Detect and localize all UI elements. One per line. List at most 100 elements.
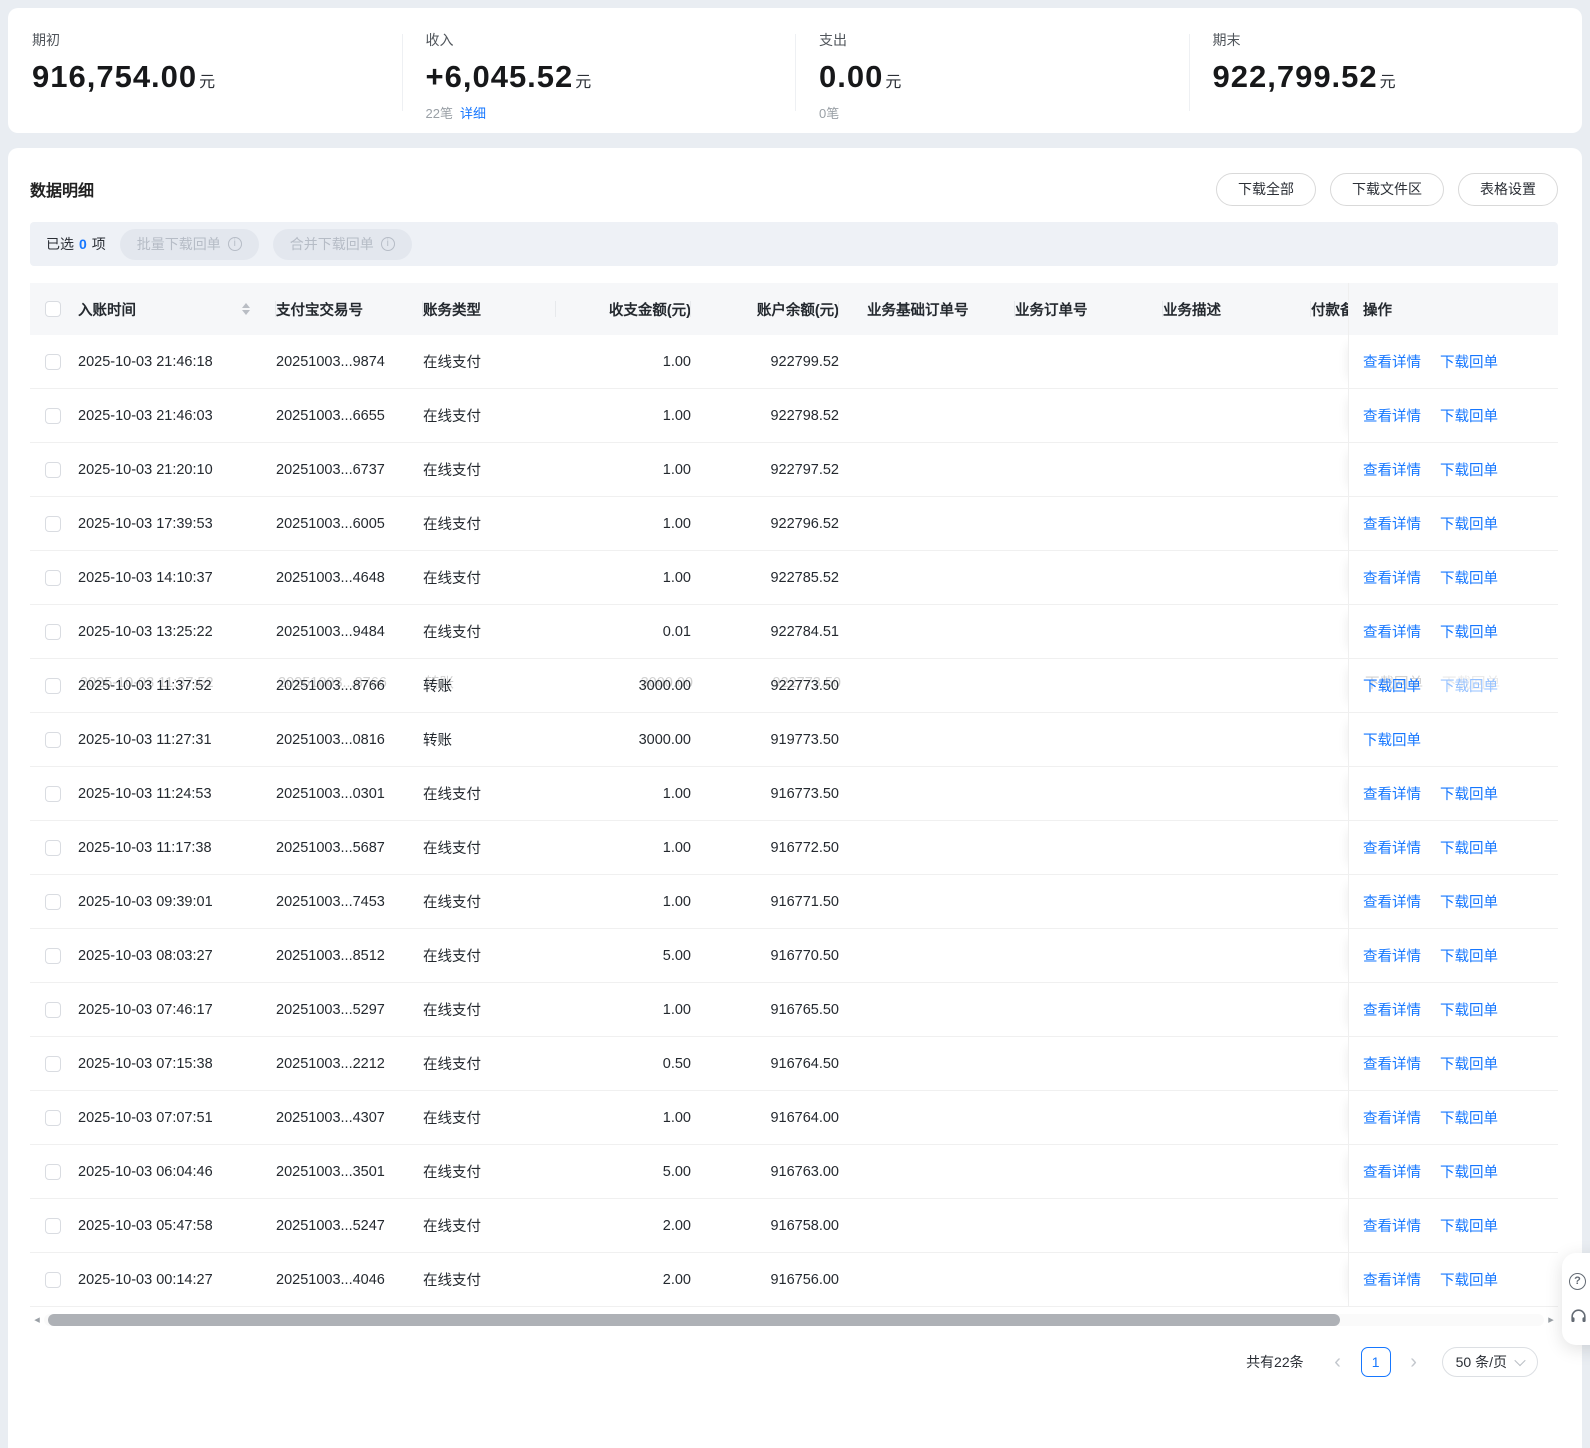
summary-value: 922,799.52 元 (1213, 59, 1583, 95)
view-details-link[interactable]: 查看详情 (1363, 351, 1421, 372)
row-checkbox[interactable] (45, 1217, 61, 1234)
download-receipt-link[interactable]: 下载回单 (1440, 837, 1498, 858)
cell-actions: 查看详情 下载回单 (1348, 821, 1558, 874)
view-details-link[interactable]: 查看详情 (1363, 1107, 1421, 1128)
row-checkbox[interactable] (45, 839, 61, 856)
download-receipt-link[interactable]: 下载回单 (1440, 459, 1498, 480)
view-details-link[interactable]: 查看详情 (1363, 891, 1421, 912)
cell-actions: 查看详情 下载回单 (1348, 1199, 1558, 1252)
detail-link[interactable]: 详细 (460, 106, 486, 121)
download-receipt-link[interactable]: 下载回单 (1440, 783, 1498, 804)
row-checkbox[interactable] (45, 677, 61, 694)
download-file-zone-button[interactable]: 下载文件区 (1330, 172, 1444, 206)
cell-transaction-id: 20251003...5687 (276, 839, 385, 856)
download-receipt-link[interactable]: 下载回单 (1440, 675, 1498, 696)
cell-time: 2025-10-03 00:14:27 (78, 1271, 213, 1288)
row-checkbox[interactable] (45, 1001, 61, 1018)
download-receipt-link[interactable]: 下载回单 (1440, 621, 1498, 642)
view-details-link[interactable]: 查看详情 (1363, 1053, 1421, 1074)
download-receipt-link[interactable]: 下载回单 (1440, 891, 1498, 912)
cell-account-type: 在线支付 (423, 1057, 481, 1073)
download-receipt-link[interactable]: 下载回单 (1440, 1107, 1498, 1128)
help-widget: ? (1562, 1253, 1590, 1345)
row-checkbox[interactable] (45, 623, 61, 640)
page-size-select[interactable]: 50 条/页 (1441, 1347, 1538, 1377)
row-checkbox[interactable] (45, 785, 61, 802)
view-details-link[interactable]: 查看详情 (1363, 621, 1421, 642)
download-receipt-link[interactable]: 下载回单 (1440, 1161, 1498, 1182)
row-checkbox[interactable] (45, 947, 61, 964)
batch-download-receipt-button[interactable]: 批量下载回单 i (119, 228, 259, 260)
download-receipt-link[interactable]: 下载回单 (1363, 675, 1421, 696)
cell-time: 2025-10-03 13:25:22 (78, 623, 213, 640)
cell-time: 2025-10-03 07:46:17 (78, 1001, 213, 1018)
download-receipt-link[interactable]: 下载回单 (1440, 945, 1498, 966)
summary-section-expense: 支出 0.00 元 0笔 (795, 8, 1189, 133)
download-receipt-link[interactable]: 下载回单 (1440, 351, 1498, 372)
row-checkbox[interactable] (45, 1271, 61, 1288)
scroll-left-icon[interactable]: ◂ (30, 1313, 44, 1327)
view-details-link[interactable]: 查看详情 (1363, 567, 1421, 588)
horizontal-scrollbar-track[interactable] (44, 1314, 1544, 1326)
row-checkbox[interactable] (45, 515, 61, 532)
download-receipt-link[interactable]: 下载回单 (1440, 405, 1498, 426)
cell-transaction-id: 20251003...5297 (276, 1001, 385, 1018)
horizontal-scrollbar-thumb[interactable] (48, 1314, 1340, 1326)
cell-time: 2025-10-03 17:39:53 (78, 515, 213, 532)
download-receipt-link[interactable]: 下载回单 (1440, 999, 1498, 1020)
row-checkbox[interactable] (45, 1163, 61, 1180)
cell-actions: 查看详情 下载回单 (1348, 497, 1558, 550)
scroll-right-icon[interactable]: ▸ (1544, 1313, 1558, 1327)
sort-icon[interactable] (242, 303, 250, 315)
download-all-button[interactable]: 下载全部 (1216, 172, 1316, 206)
download-receipt-link[interactable]: 下载回单 (1440, 567, 1498, 588)
download-receipt-link[interactable]: 下载回单 (1440, 1215, 1498, 1236)
bulk-button-label: 批量下载回单 (136, 236, 221, 252)
action-header-cell: 操作 (1348, 283, 1558, 335)
table-row: 2025-10-03 06:04:46 20251003...3501 在线支付 5.… (30, 1145, 1558, 1199)
row-checkbox[interactable] (45, 893, 61, 910)
select-all-checkbox[interactable] (45, 301, 61, 317)
transactions-table: 操作 入账时间 支付宝交易号 账务类型 收支金额(元) 账户余额(元) 业务基础订单号 业务… (30, 283, 1558, 1307)
merge-download-receipt-button[interactable]: 合并下载回单 i (272, 228, 412, 260)
next-page-icon[interactable]: › (1402, 1352, 1426, 1372)
row-checkbox[interactable] (45, 1109, 61, 1126)
download-receipt-link[interactable]: 下载回单 (1363, 729, 1421, 750)
view-details-link[interactable]: 查看详情 (1363, 1269, 1421, 1290)
view-details-link[interactable]: 查看详情 (1363, 783, 1421, 804)
prev-page-icon[interactable]: ‹ (1326, 1352, 1350, 1372)
cell-amount: 2.00 (662, 1217, 691, 1234)
info-icon: i (227, 237, 242, 251)
row-checkbox[interactable] (45, 407, 61, 424)
row-checkbox-cell (30, 1163, 76, 1180)
download-receipt-link[interactable]: 下载回单 (1440, 1269, 1498, 1290)
headset-icon[interactable] (1569, 1307, 1588, 1326)
view-details-link[interactable]: 查看详情 (1363, 1215, 1421, 1236)
view-details-link[interactable]: 查看详情 (1363, 945, 1421, 966)
row-checkbox[interactable] (45, 353, 61, 370)
summary-section-opening-balance: 期初 916,754.00 元 (8, 8, 402, 133)
cell-actions: 查看详情 下载回单 (1348, 389, 1558, 442)
view-details-link[interactable]: 查看详情 (1363, 405, 1421, 426)
column-header-base-order: 业务基础订单号 (839, 299, 1015, 320)
table-settings-button[interactable]: 表格设置 (1458, 172, 1558, 206)
row-checkbox[interactable] (45, 731, 61, 748)
view-details-link[interactable]: 查看详情 (1363, 459, 1421, 480)
download-receipt-link[interactable]: 下载回单 (1440, 1053, 1498, 1074)
cell-actions: 查看详情 下载回单 (1348, 1091, 1558, 1144)
cell-transaction-id: 20251003...9874 (276, 353, 385, 370)
row-checkbox[interactable] (45, 1055, 61, 1072)
help-icon[interactable]: ? (1569, 1272, 1586, 1290)
view-details-link[interactable]: 查看详情 (1363, 837, 1421, 858)
view-details-link[interactable]: 查看详情 (1363, 513, 1421, 534)
row-checkbox[interactable] (45, 569, 61, 586)
page-number-button[interactable]: 1 (1360, 1347, 1391, 1377)
view-details-link[interactable]: 查看详情 (1363, 1161, 1421, 1182)
cell-account-type: 在线支付 (423, 625, 481, 641)
row-checkbox[interactable] (45, 461, 61, 478)
cell-account-type: 在线支付 (423, 463, 481, 479)
cell-transaction-id: 20251003...4648 (276, 569, 385, 586)
row-checkbox-cell (30, 623, 76, 640)
view-details-link[interactable]: 查看详情 (1363, 999, 1421, 1020)
download-receipt-link[interactable]: 下载回单 (1440, 513, 1498, 534)
